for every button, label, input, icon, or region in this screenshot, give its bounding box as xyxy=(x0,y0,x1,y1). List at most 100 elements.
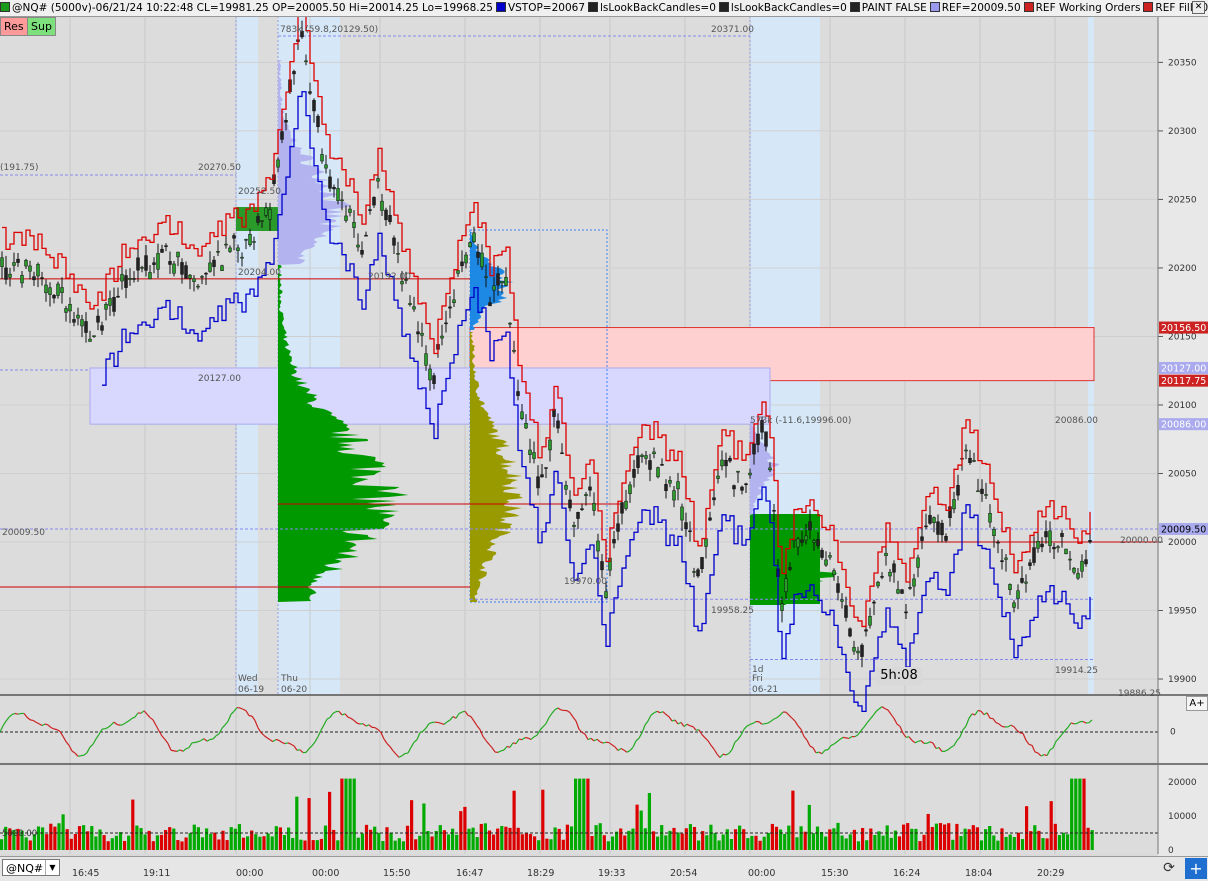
candle-body xyxy=(1017,591,1020,599)
volume-bar xyxy=(234,829,237,850)
volume-bar xyxy=(734,829,737,850)
candle-body xyxy=(1029,563,1032,566)
price-tag-label: 20127.00 xyxy=(1161,363,1206,374)
candle-body xyxy=(353,222,356,227)
candle-body xyxy=(21,275,24,283)
candle-body xyxy=(729,458,732,461)
candle-body xyxy=(265,208,268,215)
candle-body xyxy=(193,279,196,282)
volume-bar xyxy=(271,836,274,850)
candle-body xyxy=(901,590,904,594)
candle-body xyxy=(877,582,880,586)
candle-body xyxy=(373,197,376,205)
volume-bar xyxy=(677,832,680,850)
volume-bar xyxy=(935,824,938,850)
volume-bar xyxy=(213,833,216,850)
volume-bar xyxy=(123,841,126,850)
candle-body xyxy=(929,515,932,523)
volume-bar xyxy=(152,841,155,850)
candle-body xyxy=(505,277,508,285)
candle-body xyxy=(441,336,444,338)
volume-bar xyxy=(303,841,306,850)
candle-body xyxy=(121,274,124,281)
candle-body xyxy=(969,458,972,463)
volume-bar xyxy=(873,835,876,850)
resistance-button[interactable]: Res xyxy=(0,17,28,36)
candle-body xyxy=(821,550,824,557)
candle-body xyxy=(521,412,524,419)
candle-body xyxy=(113,297,116,311)
symbol-selector[interactable]: @NQ#▼ xyxy=(2,859,60,876)
candle-body xyxy=(577,512,580,518)
header-item-text: VSTOP=20067 xyxy=(508,2,585,14)
candle-body xyxy=(149,272,152,278)
header-item: PAINT FALSE xyxy=(850,0,927,16)
volume-bar xyxy=(775,827,778,850)
volume-bar xyxy=(312,840,315,850)
candle-body xyxy=(337,188,340,200)
support-button[interactable]: Sup xyxy=(27,17,56,36)
add-icon[interactable]: + xyxy=(1185,858,1207,879)
candle-body xyxy=(245,239,248,240)
volume-bar xyxy=(869,829,872,850)
candle-body xyxy=(861,645,864,656)
candle-body xyxy=(537,477,540,488)
candle-body xyxy=(1053,547,1056,549)
header-item-text: REF Working Orders xyxy=(1036,2,1141,14)
series-color-icon xyxy=(850,2,860,12)
volume-bar xyxy=(57,823,60,850)
oscillator-segment xyxy=(690,726,693,727)
volume-bar xyxy=(824,837,827,850)
pane-scale-button[interactable]: A+ xyxy=(1186,696,1208,711)
candle-body xyxy=(161,249,164,252)
day-label: Fri xyxy=(752,674,763,684)
candle-body xyxy=(801,540,804,543)
candle-body xyxy=(185,266,188,279)
refresh-icon[interactable]: ⟳ xyxy=(1160,859,1178,877)
volume-bar xyxy=(262,836,265,850)
candle-body xyxy=(705,539,708,547)
volume-bar xyxy=(254,834,257,850)
candle-body xyxy=(737,471,740,472)
candle-body xyxy=(977,491,980,492)
candle-body xyxy=(385,210,388,220)
candle-body xyxy=(717,476,720,479)
candle-body xyxy=(225,244,228,245)
candle-body xyxy=(809,522,812,530)
candle-body xyxy=(345,216,348,221)
time-label: 00:00 xyxy=(236,868,263,879)
candle-body xyxy=(893,564,896,572)
candle-body xyxy=(321,154,324,161)
level-annotation: 19970.00 xyxy=(564,577,607,587)
chevron-down-icon[interactable]: ▼ xyxy=(45,860,59,875)
volume-bar xyxy=(541,790,544,850)
candle-body xyxy=(377,179,380,182)
volume-bar xyxy=(730,839,733,850)
volume-bar xyxy=(685,828,688,850)
candle-body xyxy=(885,553,888,556)
candle-body xyxy=(1041,544,1044,547)
day-date-label: 06-21 xyxy=(752,685,778,695)
volume-bar xyxy=(1082,779,1085,850)
close-icon[interactable]: ✕ xyxy=(1192,1,1205,14)
volume-bar xyxy=(390,833,393,850)
level-annotation: 573k (-11.6,19996.00) xyxy=(750,416,851,426)
candle-body xyxy=(497,274,500,285)
oscillator-segment xyxy=(117,724,120,725)
volume-bar xyxy=(845,838,848,850)
volume-bar xyxy=(1046,838,1049,850)
volume-bar xyxy=(554,827,557,850)
volume-bar xyxy=(385,827,388,850)
volume-bar xyxy=(86,831,89,850)
volume-bar xyxy=(496,829,499,850)
oscillator-segment xyxy=(1029,744,1032,745)
candle-body xyxy=(681,507,684,520)
volume-bar xyxy=(439,825,442,850)
volume-bar xyxy=(631,829,634,850)
oscillator-segment xyxy=(249,716,252,717)
candle-body xyxy=(413,307,416,309)
candle-body xyxy=(485,277,488,278)
volume-bar xyxy=(529,834,532,850)
volume-bar xyxy=(209,834,212,850)
volume-bar xyxy=(1025,806,1028,850)
